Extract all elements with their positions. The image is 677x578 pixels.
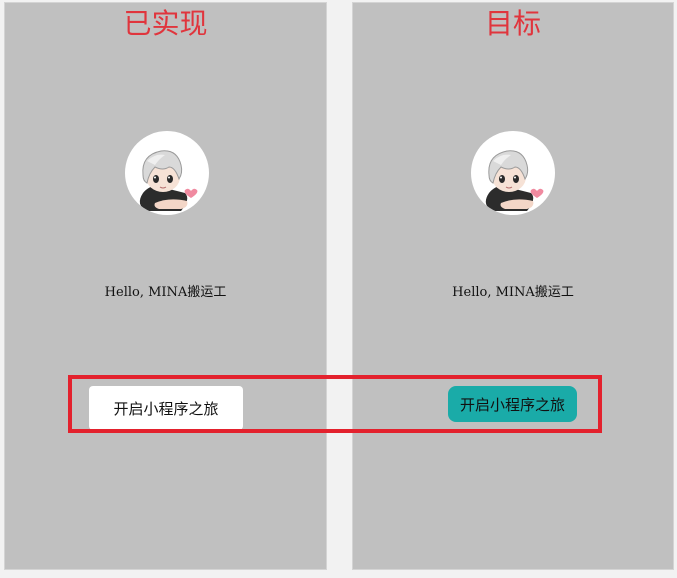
greeting-text: Hello, MINA搬运工 bbox=[452, 285, 574, 300]
start-miniprogram-button[interactable]: 开启小程序之旅 bbox=[448, 386, 577, 422]
target-caption: 目标 bbox=[484, 7, 541, 40]
cartoon-boy-avatar-icon bbox=[485, 150, 544, 211]
avatar[interactable] bbox=[125, 131, 209, 215]
greeting-text: Hello, MINA搬运工 bbox=[104, 285, 227, 300]
target-panel: 目标 Hello, MINA搬运工 开启小程序之旅 bbox=[352, 2, 674, 570]
avatar[interactable] bbox=[471, 131, 555, 215]
start-miniprogram-button[interactable]: 开启小程序之旅 bbox=[89, 386, 243, 430]
implemented-panel: 已实现 Hello, MINA搬运工 开启小程序之旅 bbox=[4, 2, 327, 570]
implemented-caption: 已实现 bbox=[123, 7, 208, 40]
cartoon-boy-avatar-icon bbox=[139, 150, 198, 211]
